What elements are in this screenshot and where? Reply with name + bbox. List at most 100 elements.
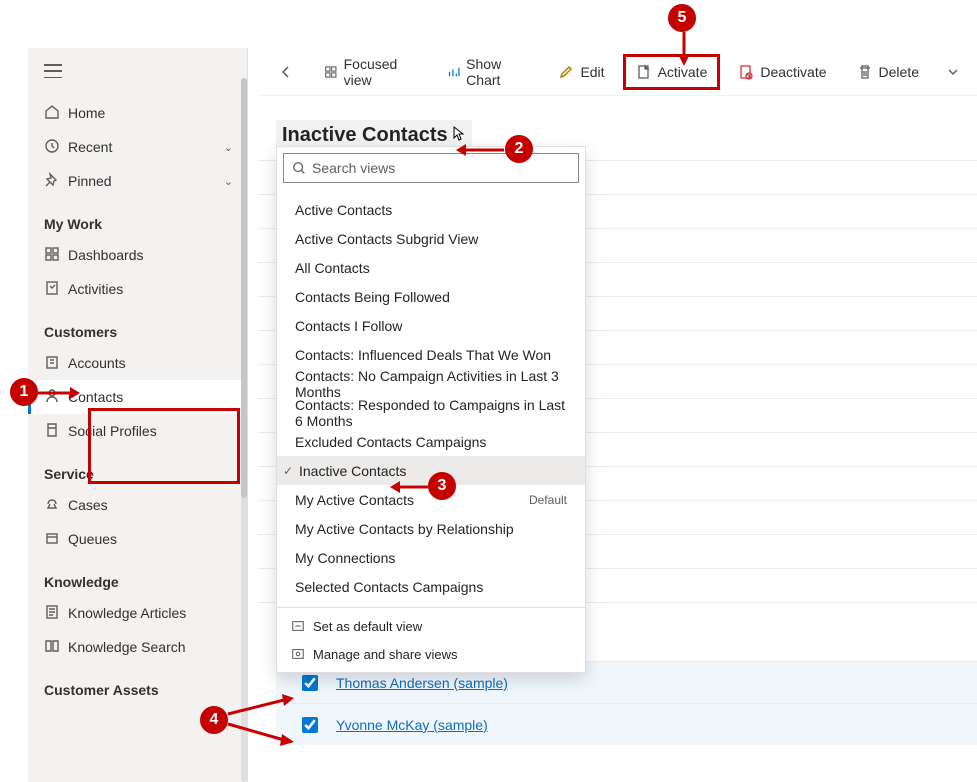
- nav-item-knowledge-search[interactable]: Knowledge Search: [28, 630, 247, 664]
- view-option-label: My Active Contacts by Relationship: [295, 521, 514, 537]
- pin-icon: [44, 172, 60, 188]
- row-checkbox[interactable]: [302, 717, 318, 733]
- section-customer-assets: Customer Assets: [28, 664, 247, 704]
- view-option[interactable]: Active Contacts: [277, 195, 585, 224]
- view-option[interactable]: Contacts: Responded to Campaigns in Last…: [277, 398, 585, 427]
- nav-label: Knowledge Articles: [68, 605, 186, 621]
- edit-icon: [558, 64, 574, 80]
- focused-view-icon: [324, 64, 338, 80]
- contact-link[interactable]: Yvonne McKay (sample): [336, 717, 488, 733]
- view-list: Active Contacts Active Contacts Subgrid …: [277, 189, 585, 607]
- set-default-view-button[interactable]: Set as default view: [277, 612, 585, 640]
- view-option[interactable]: My Active Contacts by Relationship: [277, 514, 585, 543]
- callout-arrow-3: [388, 479, 430, 500]
- view-title-text: Inactive Contacts: [282, 124, 448, 147]
- view-dropdown: Search views Active Contacts Active Cont…: [276, 146, 586, 673]
- nav-label: Social Profiles: [68, 423, 157, 439]
- deactivate-icon: [738, 64, 754, 80]
- nav-item-queues[interactable]: Queues: [28, 522, 247, 556]
- chevron-down-icon: ⌄: [224, 175, 233, 188]
- nav: Home Recent ⌄ Pinned ⌄ My Work Dashboard…: [28, 48, 247, 704]
- view-dropdown-footer: Set as default view Manage and share vie…: [277, 607, 585, 672]
- nav-item-cases[interactable]: Cases: [28, 488, 247, 522]
- main: Focused view Show Chart Edit Activate De…: [258, 48, 977, 782]
- callout-arrow-4a: [226, 694, 296, 723]
- content: Inactive Contacts Search views Active Co…: [258, 96, 977, 151]
- nav-label: Cases: [68, 497, 108, 513]
- nav-item-activities[interactable]: Activities: [28, 272, 247, 306]
- callout-arrow-2: [452, 142, 506, 163]
- callout-arrow-1: [34, 385, 80, 406]
- manage-views-button[interactable]: Manage and share views: [277, 640, 585, 668]
- nav-item-home[interactable]: Home: [28, 96, 247, 130]
- callout-5: 5: [668, 4, 696, 32]
- edit-button[interactable]: Edit: [546, 54, 616, 90]
- nav-item-accounts[interactable]: Accounts: [28, 346, 247, 380]
- view-option[interactable]: Contacts I Follow: [277, 311, 585, 340]
- view-option[interactable]: My Connections: [277, 543, 585, 572]
- cmd-label: Show Chart: [466, 56, 528, 88]
- cmd-label: Focused view: [344, 56, 417, 88]
- footer-label: Set as default view: [313, 619, 422, 634]
- cmd-label: Edit: [580, 64, 604, 80]
- view-option[interactable]: Active Contacts Subgrid View: [277, 224, 585, 253]
- view-option-label: Contacts I Follow: [295, 318, 402, 334]
- sidebar-scrollbar[interactable]: [241, 78, 247, 782]
- section-knowledge: Knowledge: [28, 556, 247, 596]
- callout-3: 3: [428, 472, 456, 500]
- activate-button[interactable]: Activate: [623, 54, 721, 90]
- nav-label: Activities: [68, 281, 123, 297]
- cmd-label: Delete: [879, 64, 919, 80]
- nav-label: Dashboards: [68, 247, 144, 263]
- view-option[interactable]: Selected Contacts Campaigns: [277, 572, 585, 601]
- back-button[interactable]: [266, 54, 306, 90]
- delete-button[interactable]: Delete: [845, 54, 931, 90]
- nav-label: Pinned: [68, 173, 112, 189]
- view-option-label: Active Contacts Subgrid View: [295, 231, 478, 247]
- row-checkbox[interactable]: [302, 675, 318, 691]
- sidebar: Home Recent ⌄ Pinned ⌄ My Work Dashboard…: [28, 48, 248, 782]
- cases-icon: [44, 496, 60, 512]
- view-option[interactable]: Contacts: Influenced Deals That We Won: [277, 340, 585, 369]
- view-option[interactable]: Contacts: No Campaign Activities in Last…: [277, 369, 585, 398]
- karticle-icon: [44, 604, 60, 620]
- nav-label: Queues: [68, 531, 117, 547]
- view-option[interactable]: Excluded Contacts Campaigns: [277, 427, 585, 456]
- nav-item-recent[interactable]: Recent ⌄: [28, 130, 247, 164]
- callout-arrow-4b: [226, 720, 296, 753]
- queues-icon: [44, 530, 60, 546]
- show-chart-button[interactable]: Show Chart: [435, 54, 541, 90]
- grid-rows: Thomas Andersen (sample) Yvonne McKay (s…: [276, 661, 977, 745]
- view-option-label: Inactive Contacts: [299, 463, 406, 479]
- social-icon: [44, 422, 60, 438]
- nav-item-social-profiles[interactable]: Social Profiles: [28, 414, 247, 448]
- home-icon: [44, 104, 60, 120]
- accounts-icon: [44, 354, 60, 370]
- footer-label: Manage and share views: [313, 647, 458, 662]
- deactivate-button[interactable]: Deactivate: [726, 54, 838, 90]
- hamburger-icon[interactable]: [44, 64, 62, 78]
- section-customers: Customers: [28, 306, 247, 346]
- table-row[interactable]: Yvonne McKay (sample): [276, 703, 977, 745]
- view-option[interactable]: Contacts Being Followed: [277, 282, 585, 311]
- view-option-label: My Connections: [295, 550, 395, 566]
- manage-icon: [291, 647, 305, 661]
- delete-icon: [857, 64, 873, 80]
- callout-4: 4: [200, 706, 228, 734]
- focused-view-button[interactable]: Focused view: [312, 54, 429, 90]
- search-views-input[interactable]: Search views: [283, 153, 579, 183]
- more-commands-button[interactable]: [937, 54, 969, 90]
- nav-item-dashboards[interactable]: Dashboards: [28, 238, 247, 272]
- view-option-label: All Contacts: [295, 260, 370, 276]
- contact-link[interactable]: Thomas Andersen (sample): [336, 675, 508, 691]
- clock-icon: [44, 138, 60, 154]
- view-option-label: Contacts: Responded to Campaigns in Last…: [295, 397, 567, 429]
- activities-icon: [44, 280, 60, 296]
- nav-item-pinned[interactable]: Pinned ⌄: [28, 164, 247, 198]
- chevron-down-icon: [945, 64, 961, 80]
- view-option-label: Contacts: No Campaign Activities in Last…: [295, 368, 567, 400]
- nav-label: Recent: [68, 139, 112, 155]
- nav-item-knowledge-articles[interactable]: Knowledge Articles: [28, 596, 247, 630]
- check-icon: ✓: [283, 464, 299, 478]
- view-option[interactable]: All Contacts: [277, 253, 585, 282]
